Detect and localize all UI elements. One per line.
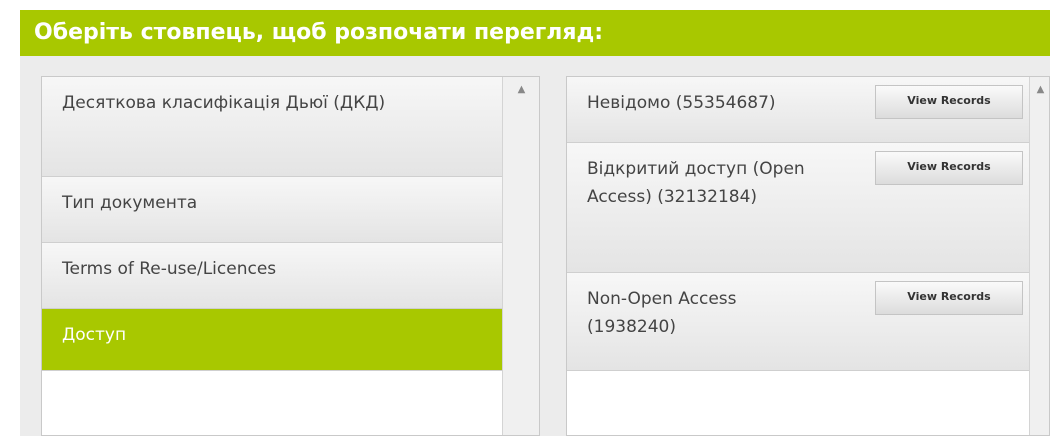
category-item-label: Тип документа — [62, 193, 198, 213]
view-records-button[interactable]: View Records — [875, 151, 1023, 185]
category-scrollbar[interactable]: ▲ — [502, 77, 539, 435]
page-header: Оберіть стовпець, щоб розпочати перегляд… — [20, 10, 1050, 56]
view-records-button[interactable]: View Records — [875, 85, 1023, 119]
category-column: Десяткова класифікація Дьюї (ДКД) Тип до… — [41, 76, 540, 436]
page-title: Оберіть стовпець, щоб розпочати перегляд… — [34, 20, 604, 45]
value-item-open-access: Відкритий доступ (Open Access) (32132184… — [567, 143, 1029, 273]
value-item-label: Невідомо (55354687) — [587, 93, 776, 113]
category-item-label: Десяткова класифікація Дьюї (ДКД) — [62, 93, 386, 113]
value-scrollbar[interactable]: ▲ — [1029, 77, 1049, 435]
value-item-unknown: Невідомо (55354687) View Records — [567, 77, 1029, 143]
value-item-non-open-access: Non-Open Access (1938240) View Records — [567, 273, 1029, 371]
category-item-document-type[interactable]: Тип документа — [42, 177, 502, 243]
chevron-up-icon[interactable]: ▲ — [1037, 85, 1045, 95]
category-item-access[interactable]: Доступ — [42, 309, 502, 371]
value-item-label: Non-Open Access (1938240) — [587, 289, 737, 337]
value-item-label: Відкритий доступ (Open Access) (32132184… — [587, 159, 805, 207]
view-records-button[interactable]: View Records — [875, 281, 1023, 315]
category-item-terms-of-reuse[interactable]: Terms of Re-use/Licences — [42, 243, 502, 309]
category-item-label: Terms of Re-use/Licences — [62, 259, 277, 279]
category-item-dewey[interactable]: Десяткова класифікація Дьюї (ДКД) — [42, 77, 502, 177]
category-item-label: Доступ — [62, 325, 127, 345]
chevron-up-icon[interactable]: ▲ — [518, 85, 526, 95]
value-column: Невідомо (55354687) View Records Відкрит… — [566, 76, 1050, 436]
